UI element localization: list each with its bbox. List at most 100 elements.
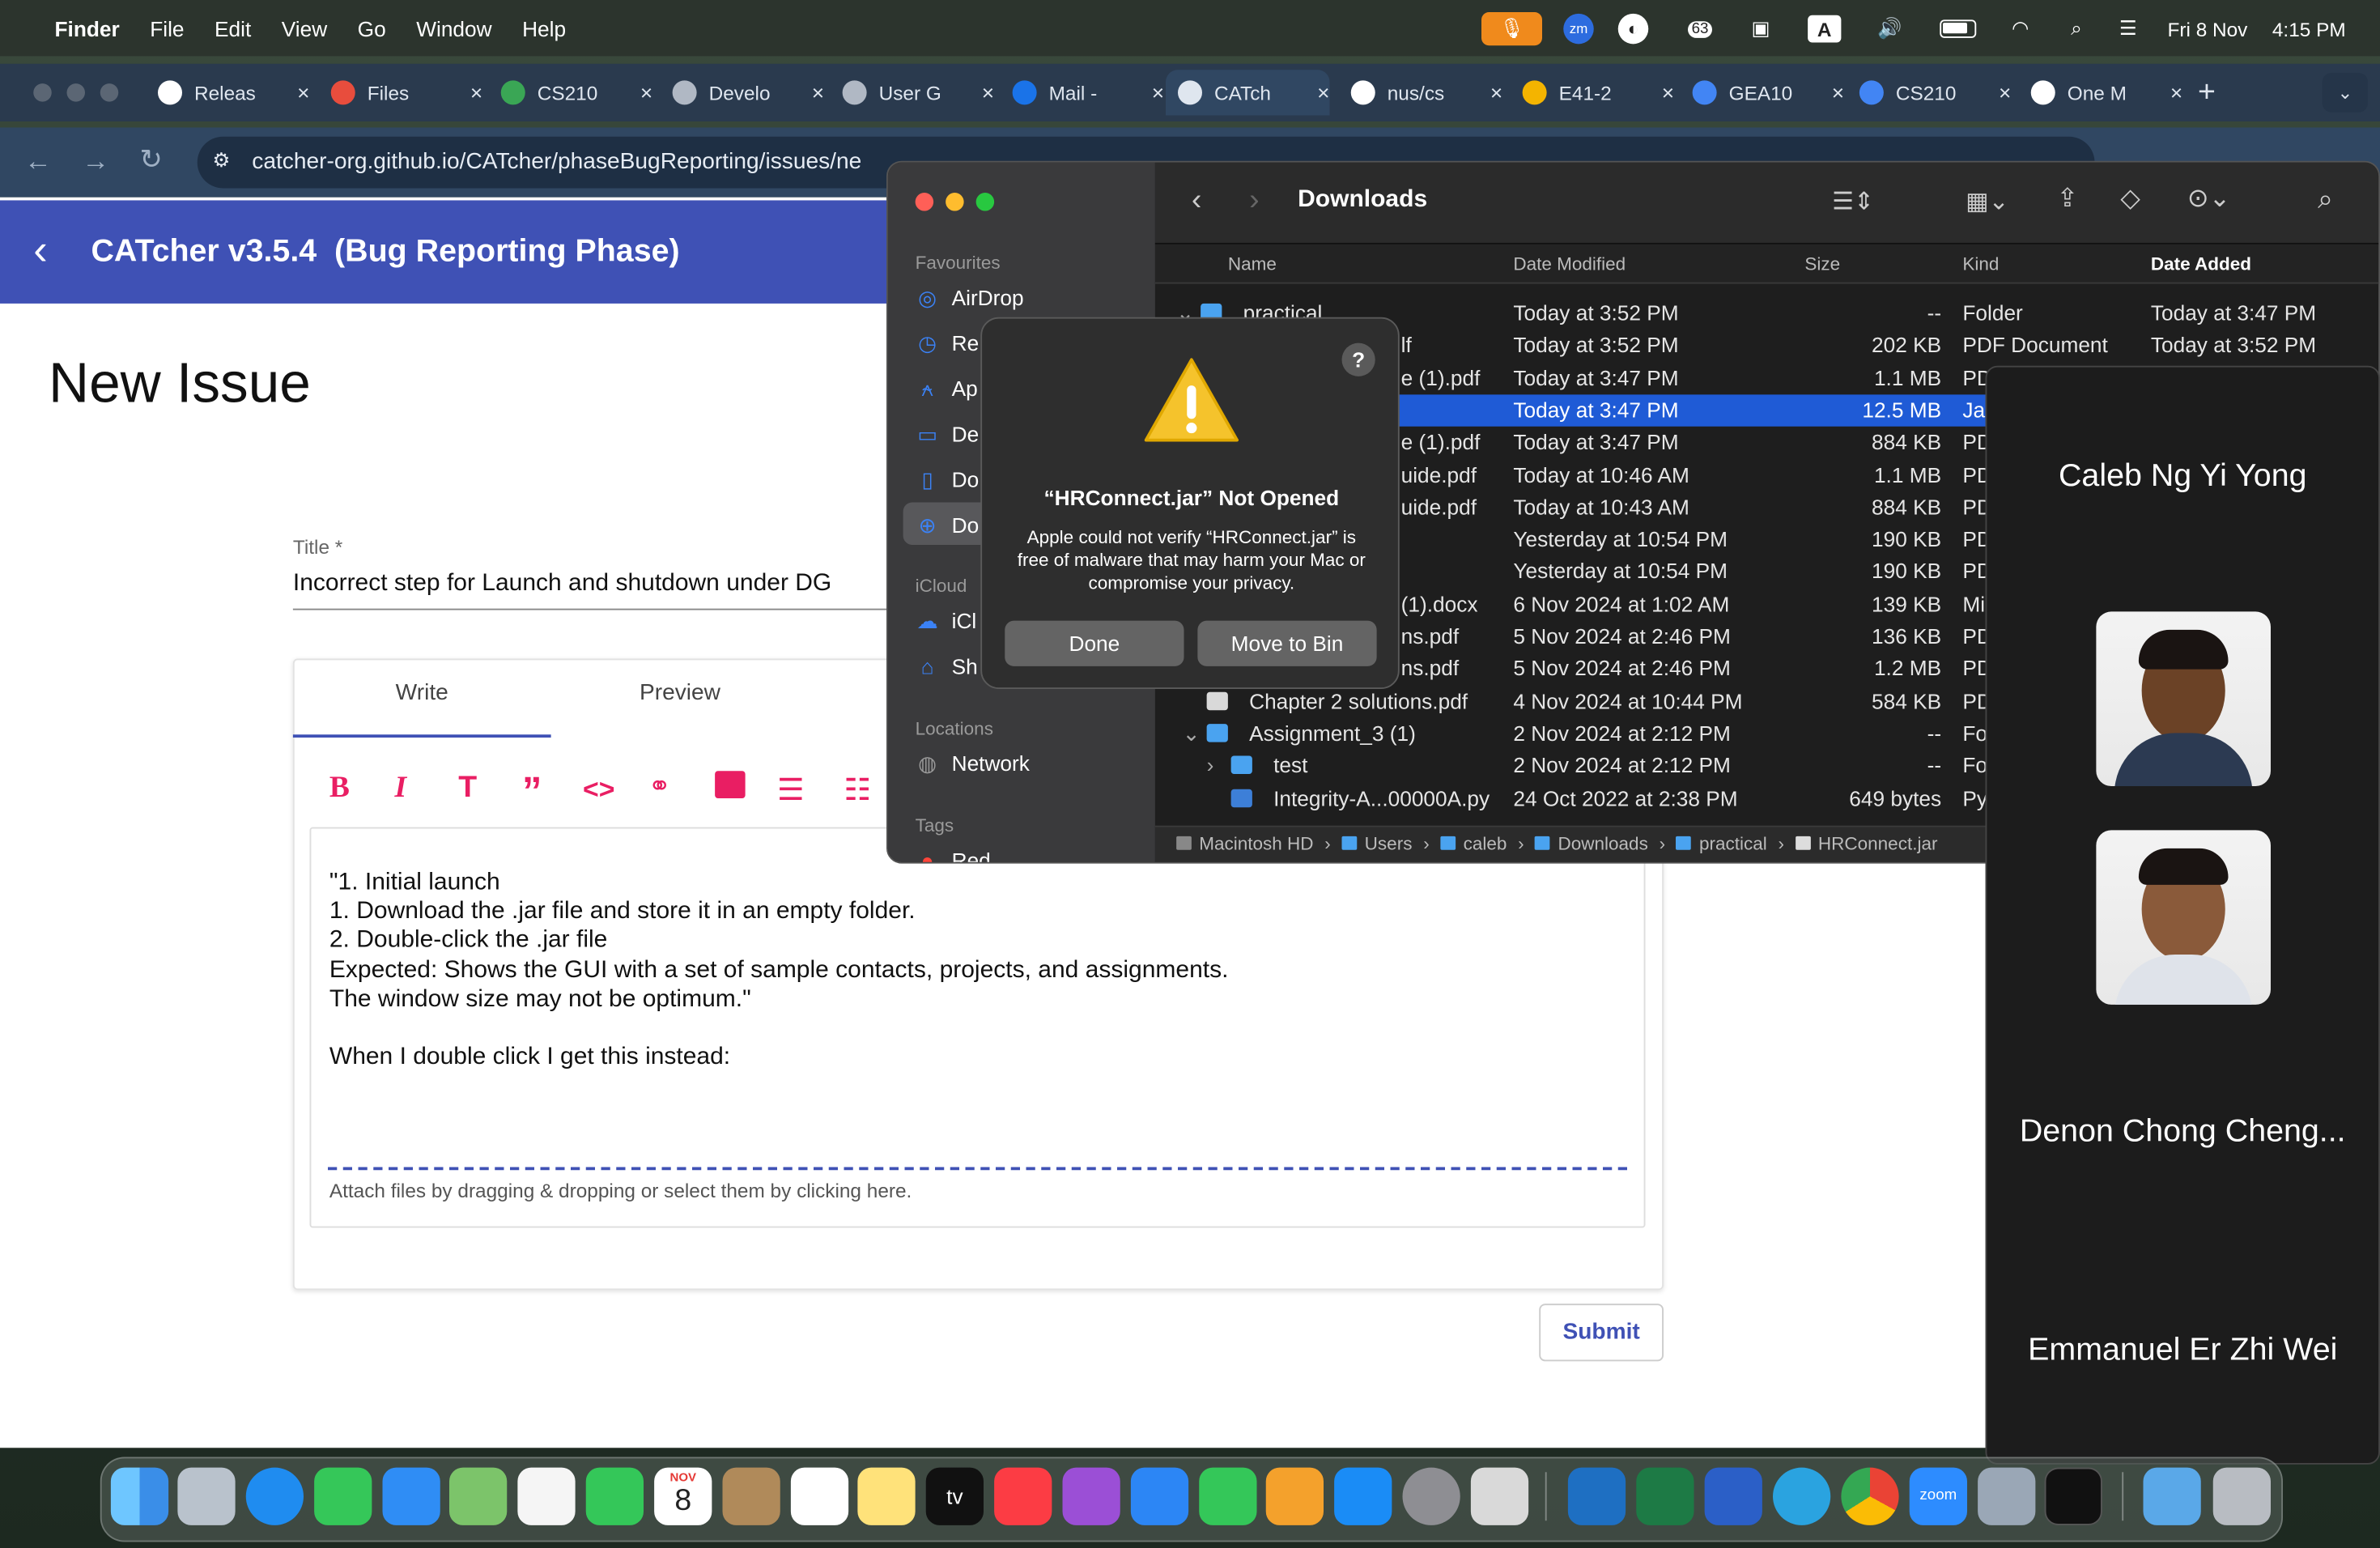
tab-write[interactable]: Write [292, 680, 551, 738]
tag-icon[interactable]: ◇ [2120, 184, 2140, 214]
app-status-icon[interactable]: ◐ [1617, 13, 1649, 45]
tab-overview-chevron-icon[interactable]: ⌄ [2322, 72, 2368, 113]
finder-back-icon[interactable]: ‹ [1192, 184, 1202, 219]
menubar-date[interactable]: Fri 8 Nov [2168, 12, 2265, 45]
bullet-list-icon[interactable]: ☰ [777, 771, 805, 809]
wifi-icon[interactable]: ◠ [2004, 12, 2037, 45]
back-arrow-icon[interactable]: ← [24, 146, 52, 177]
italic-icon[interactable]: I [395, 771, 407, 806]
list-view-icon[interactable]: ☰⇕ [1832, 187, 1874, 217]
forward-arrow-icon[interactable]: → [82, 146, 109, 177]
system-settings-icon[interactable] [1402, 1467, 1460, 1525]
zoom-status-icon[interactable]: zm [1563, 13, 1594, 45]
sidebar-item-desktop[interactable]: ▭ De [916, 416, 979, 453]
browser-tab[interactable]: E41-2 × [1511, 70, 1674, 115]
site-settings-icon[interactable]: ⚙ [213, 149, 231, 173]
podcasts-icon[interactable] [1062, 1467, 1120, 1525]
downloads-stack-icon[interactable] [2143, 1467, 2201, 1525]
browser-tab[interactable]: One M × [2019, 70, 2182, 115]
menu-view[interactable]: View [282, 16, 327, 40]
finder-zoom-button[interactable] [975, 193, 995, 211]
facetime-icon[interactable] [585, 1467, 644, 1525]
title-input[interactable]: Incorrect step for Launch and shutdown u… [292, 571, 900, 610]
tab-preview[interactable]: Preview [551, 680, 810, 738]
path-segment[interactable]: Downloads [1558, 833, 1648, 854]
zoom-app-icon[interactable]: zoom [1909, 1467, 1967, 1525]
browser-tab[interactable]: nus/cs × [1339, 70, 1502, 115]
heading-icon[interactable]: T [458, 771, 477, 806]
path-segment[interactable]: Macintosh HD [1199, 833, 1313, 854]
iphone-mirroring-icon[interactable] [1470, 1467, 1529, 1525]
app-store-icon[interactable] [1334, 1467, 1392, 1525]
sidebar-item-network[interactable]: ◍ Network [916, 745, 1030, 781]
safari-icon[interactable] [245, 1467, 304, 1525]
excel-icon[interactable] [1636, 1467, 1694, 1525]
group-icon[interactable]: ▦⌄ [1966, 187, 2008, 217]
column-size[interactable]: Size [1804, 253, 1840, 274]
finder-minimize-button[interactable] [946, 193, 964, 211]
sidebar-item-documents[interactable]: ▯ Do [916, 461, 979, 498]
menu-help[interactable]: Help [522, 16, 566, 40]
window-minimize-button[interactable] [66, 83, 85, 102]
finder-search-icon[interactable]: ⌕ [2318, 184, 2333, 215]
apple-tv-icon[interactable]: tv [925, 1467, 984, 1525]
close-tab-icon[interactable]: × [640, 80, 652, 104]
finder-icon[interactable] [110, 1467, 169, 1525]
disclosure-icon[interactable]: ⌄ [1183, 721, 1201, 746]
browser-tab[interactable]: CS210 × [489, 70, 652, 115]
numbers-icon[interactable] [1199, 1467, 1257, 1525]
calendar-icon[interactable]: NOV 8 [654, 1467, 712, 1525]
menubar-time[interactable]: 4:15 PM [2272, 12, 2357, 45]
control-center-icon[interactable]: ☰ [2110, 12, 2146, 45]
telegram-icon[interactable] [1773, 1467, 1831, 1525]
column-date-modified[interactable]: Date Modified [1513, 253, 1626, 274]
browser-tab[interactable]: Mail - × [1001, 70, 1164, 115]
photos-icon[interactable] [517, 1467, 576, 1525]
sidebar-item-icloud-drive[interactable]: ☁ iCl [916, 602, 977, 639]
bold-icon[interactable]: B [329, 771, 350, 806]
attach-hint[interactable]: Attach files by dragging & dropping or s… [329, 1179, 912, 1201]
share-icon[interactable]: ⇪ [2057, 184, 2079, 214]
vpn-icon[interactable]: ▣ [1745, 12, 1776, 45]
submit-button[interactable]: Submit [1539, 1303, 1664, 1362]
window-close-button[interactable] [33, 83, 52, 102]
notification-badge-icon[interactable]: 63 [1682, 12, 1719, 45]
sidebar-item-shared[interactable]: ⌂ Sh [916, 648, 978, 684]
path-segment[interactable]: HRConnect.jar [1818, 833, 1938, 854]
help-button[interactable]: ? [1341, 342, 1375, 376]
chrome-icon[interactable] [1841, 1467, 1899, 1525]
music-icon[interactable] [994, 1467, 1052, 1525]
terminal-icon[interactable] [2044, 1467, 2102, 1525]
sidebar-item-downloads[interactable]: ⊕ Do [916, 507, 980, 543]
path-segment[interactable]: Users [1365, 833, 1413, 854]
menu-file[interactable]: File [150, 16, 184, 40]
notes-icon[interactable] [857, 1467, 916, 1525]
reload-icon[interactable]: ↻ [140, 144, 163, 176]
close-tab-icon[interactable]: × [1317, 80, 1329, 104]
move-to-bin-button[interactable]: Move to Bin [1197, 620, 1377, 666]
link-icon[interactable]: ⚭ [648, 771, 671, 802]
close-tab-icon[interactable]: × [1490, 80, 1502, 104]
sidebar-item-applications[interactable]: ⍲ Ap [916, 370, 978, 406]
quote-icon[interactable]: ” [522, 768, 542, 814]
browser-tab[interactable]: CATch × [1166, 70, 1330, 116]
sidebar-item-recents[interactable]: ◷ Re [916, 325, 979, 361]
close-tab-icon[interactable]: × [1152, 80, 1164, 104]
keyboard-input-icon[interactable]: A [1808, 15, 1842, 43]
close-tab-icon[interactable]: × [470, 80, 482, 104]
close-tab-icon[interactable]: × [2170, 80, 2182, 104]
done-button[interactable]: Done [1005, 620, 1184, 666]
browser-tab[interactable]: Develo × [661, 70, 824, 115]
pages-icon[interactable] [1265, 1467, 1324, 1525]
keynote-icon[interactable] [1130, 1467, 1189, 1525]
close-tab-icon[interactable]: × [982, 80, 994, 104]
close-tab-icon[interactable]: × [1832, 80, 1844, 104]
sidebar-item-airdrop[interactable]: ◎ AirDrop [916, 279, 1023, 316]
column-kind[interactable]: Kind [1962, 253, 1999, 274]
menu-finder[interactable]: Finder [55, 16, 120, 40]
volume-icon[interactable]: 🔊 [1873, 12, 1906, 45]
image-icon[interactable] [715, 771, 746, 807]
numbered-list-icon[interactable]: ☷ [844, 771, 872, 809]
column-name[interactable]: Name [1228, 253, 1277, 274]
code-icon[interactable]: <> [583, 774, 614, 806]
